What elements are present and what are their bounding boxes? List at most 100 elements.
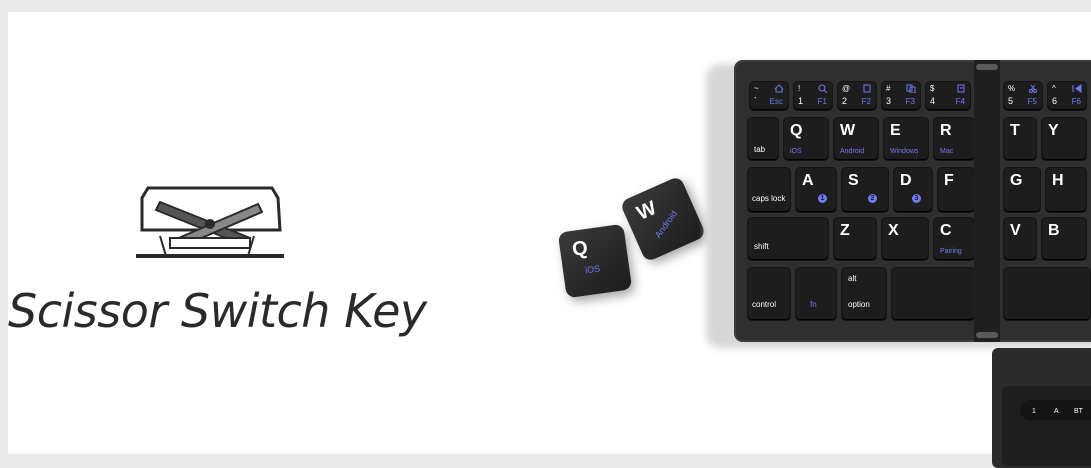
key-fn-legend: F1: [817, 97, 827, 106]
key-tab: tab: [748, 118, 778, 160]
key-control: control: [748, 268, 790, 320]
key-main-legend: `: [754, 96, 757, 106]
key-badge: 2: [868, 194, 877, 203]
status-1: 1: [1032, 408, 1036, 415]
keyboard-hinge: [974, 60, 1000, 342]
key-legend: tab: [754, 145, 766, 154]
key-sublegend: Mac: [940, 148, 954, 155]
key-space-right: [1004, 268, 1090, 320]
key-legend: Z: [840, 222, 850, 239]
key-fn-legend: F2: [861, 97, 871, 106]
select-all-icon: [863, 84, 871, 93]
key-v: V: [1004, 218, 1036, 260]
copy-icon: [906, 84, 916, 93]
key-legend: D: [900, 172, 912, 189]
key-legend: S: [848, 172, 859, 189]
key-legend: W: [633, 197, 660, 225]
key-legend: caps lock: [752, 194, 786, 203]
key-sublegend: Pairing: [940, 248, 962, 255]
key-w: W Android: [834, 118, 878, 160]
key-g: G: [1004, 168, 1040, 212]
key-fn-legend: F5: [1027, 97, 1037, 106]
key-legend: X: [888, 222, 899, 239]
key-legend: G: [1010, 172, 1023, 189]
key-r: R Mac: [934, 118, 974, 160]
key-legend: option: [848, 300, 870, 309]
key-top-legend: alt: [848, 274, 857, 283]
key-shift-legend: ^: [1052, 84, 1056, 93]
key-legend: F: [944, 172, 954, 189]
key-e: E Windows: [884, 118, 928, 160]
key-legend: Y: [1048, 122, 1059, 139]
key-fn-legend: Esc: [769, 97, 783, 106]
status-bt: BT: [1074, 408, 1083, 415]
key-sublegend: Windows: [890, 148, 919, 155]
paste-icon: [957, 84, 965, 93]
key-f3: # 3 F3: [882, 82, 920, 110]
key-caps-lock: caps lock: [748, 168, 790, 212]
key-main-legend: 5: [1008, 96, 1014, 106]
key-c: C Pairing: [934, 218, 974, 260]
key-legend: shift: [754, 242, 769, 251]
key-shift-legend: ~: [754, 84, 759, 93]
status-a: A: [1054, 408, 1059, 415]
key-sublegend: Android: [840, 148, 865, 155]
cut-icon: [1029, 84, 1037, 93]
key-a: A 1: [796, 168, 836, 212]
hinge-cap: [976, 332, 998, 338]
key-legend: V: [1010, 222, 1021, 239]
key-legend: R: [940, 122, 952, 139]
key-shift-legend: %: [1008, 84, 1016, 93]
key-legend: Q: [790, 122, 803, 139]
key-legend: C: [940, 222, 952, 239]
key-q: Q iOS: [784, 118, 828, 160]
key-shift-legend: @: [842, 84, 851, 93]
key-fn-legend: F6: [1071, 97, 1081, 106]
key-h: H: [1046, 168, 1086, 212]
key-fn-legend: F3: [905, 97, 915, 106]
status-pill: 1 A BT: [1020, 400, 1091, 420]
hinge-cap: [976, 64, 998, 70]
key-main-legend: 6: [1052, 96, 1058, 106]
key-shift-legend: $: [930, 84, 935, 93]
key-y: Y: [1042, 118, 1086, 160]
key-main-legend: 3: [886, 96, 892, 106]
key-legend: Q: [570, 237, 590, 261]
key-shift-legend: !: [798, 84, 801, 93]
key-main-legend: 4: [930, 96, 936, 106]
key-shift-legend: #: [886, 84, 891, 93]
key-fn: fn: [796, 268, 836, 320]
key-s: S 2: [842, 168, 888, 212]
key-d: D 3: [894, 168, 932, 212]
key-f: F: [938, 168, 974, 212]
key-f5: % 5 F5: [1004, 82, 1042, 110]
key-badge: 3: [912, 194, 921, 203]
key-fn-legend: F4: [955, 97, 965, 106]
key-sublegend: iOS: [790, 148, 802, 155]
key-legend: W: [840, 122, 856, 139]
key-f6: ^ 6 F6: [1048, 82, 1086, 110]
home-icon: [774, 84, 784, 93]
key-legend: E: [890, 122, 901, 139]
headline: Scissor Switch Key: [8, 284, 427, 338]
key-legend: control: [752, 300, 777, 309]
key-f1: ! 1 F1: [794, 82, 832, 110]
key-legend: fn: [810, 300, 817, 309]
key-sublegend: iOS: [584, 263, 601, 276]
key-b: B: [1042, 218, 1086, 260]
key-legend: T: [1010, 122, 1020, 139]
key-shift: shift: [748, 218, 828, 260]
key-legend: H: [1052, 172, 1064, 189]
key-f2: @ 2 F2: [838, 82, 876, 110]
key-legend: B: [1048, 222, 1060, 239]
previous-track-icon: [1072, 84, 1082, 93]
key-badge: 1: [818, 194, 827, 203]
key-t: T: [1004, 118, 1036, 160]
key-space-left: [892, 268, 974, 320]
key-x: X: [882, 218, 928, 260]
scissor-switch-mechanism-icon: [136, 186, 284, 258]
search-icon: [818, 84, 828, 93]
key-z: Z: [834, 218, 876, 260]
trackpad-surface: [1002, 386, 1091, 466]
key-main-legend: 2: [842, 96, 848, 106]
